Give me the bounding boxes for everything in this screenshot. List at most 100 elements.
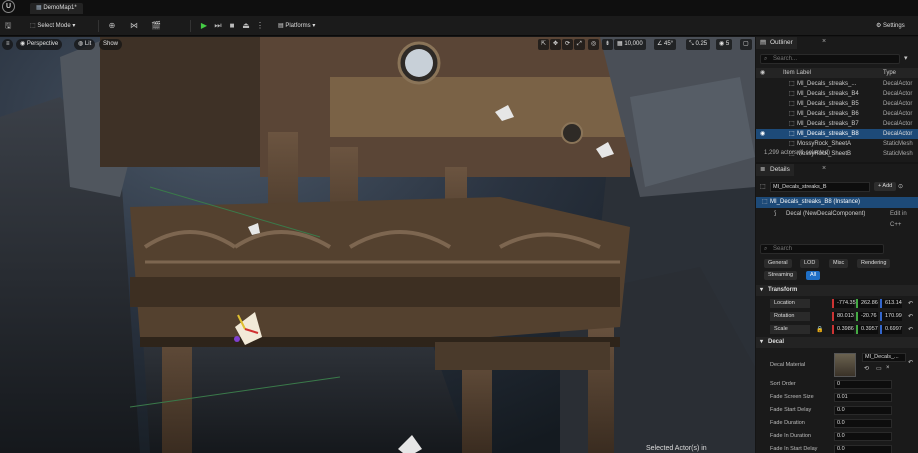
platforms-dropdown[interactable]: ▤ Platforms ▾ (278, 20, 315, 32)
column-type-header[interactable]: Type (883, 68, 896, 78)
level-viewport[interactable]: ≡ ◉ Perspective ◍ Lit Show ⇱ ✥ ⟳ ⤢ ◎ ⇟ ▦… (0, 37, 755, 453)
maximize-viewport-icon[interactable]: ▢ (740, 39, 752, 50)
view-mode-button[interactable]: ◍ Lit (74, 39, 96, 50)
location-label[interactable]: Location (770, 299, 810, 308)
outliner-row-label: MI_Decals_streaks_B8 (797, 131, 859, 137)
property-row: Sort Order 0 (756, 380, 918, 390)
close-icon[interactable]: × (822, 165, 826, 172)
rotation-x-field[interactable]: 80.013 (832, 312, 854, 321)
reset-icon[interactable]: ↶ (908, 359, 913, 366)
eject-icon[interactable]: ⏏ (240, 20, 252, 32)
level-tab[interactable]: ▦ DemoMap1* (30, 3, 83, 14)
outliner-search-placeholder: Search... (773, 56, 798, 62)
folder-icon[interactable]: ▭ (876, 365, 882, 372)
property-value-field[interactable]: 0.0 (834, 406, 892, 415)
filter-rendering[interactable]: Rendering (857, 259, 891, 268)
filter-general[interactable]: General (764, 259, 792, 268)
browse-icon[interactable]: ⟲ (864, 365, 869, 372)
outliner-row[interactable]: ⬚ MI_Decals_streaks_... DecalActor (756, 79, 918, 89)
filter-chips: General LOD Misc Rendering Streaming All (756, 259, 918, 283)
perspective-button[interactable]: ◉ Perspective (16, 39, 63, 50)
transform-section-header[interactable]: ▾ Transform (756, 285, 918, 296)
property-value-field[interactable]: 0.0 (834, 419, 892, 428)
clear-icon[interactable]: × (886, 365, 890, 371)
close-icon[interactable]: × (822, 38, 826, 45)
scale-z-field[interactable]: 0.6997 (880, 325, 902, 334)
grid-snap-button[interactable]: ▦ 10,000 (614, 39, 646, 50)
settings-button[interactable]: ⚙ Settings (876, 20, 905, 32)
instance-row[interactable]: ⬚ MI_Decals_streaks_B8 (Instance) (756, 197, 918, 208)
filter-all[interactable]: All (806, 271, 821, 280)
component-row[interactable]: ⟆ Decal (NewDecalComponent) Edit in C++ (756, 209, 918, 228)
show-button[interactable]: Show (99, 39, 123, 50)
property-row: Fade In Start Delay 0.0 (756, 445, 918, 453)
material-thumbnail[interactable] (834, 353, 856, 377)
cinematics-icon[interactable]: 🎬 (150, 20, 162, 32)
edit-in-cpp-link[interactable]: Edit in C++ (890, 209, 918, 231)
column-label-header[interactable]: Item Label (783, 68, 811, 78)
surface-snap-icon[interactable]: ⇟ (602, 39, 614, 50)
camera-speed-button[interactable]: ◉ 5 (716, 39, 733, 50)
add-component-button[interactable]: + Add (874, 182, 897, 191)
outliner-panel: ▤ Outliner × ⌕ Search... ▾ ◉ Item Label Ty… (756, 37, 918, 162)
scale-label[interactable]: Scale (770, 325, 810, 334)
select-mode-dropdown[interactable]: ⬚ Select Mode ▾ (30, 20, 75, 32)
location-x-field[interactable]: -774.35 (832, 299, 856, 308)
blueprint-icon[interactable]: ⋈ (128, 20, 140, 32)
property-value-field[interactable]: 0.0 (834, 445, 892, 453)
filter-misc[interactable]: Misc (829, 259, 849, 268)
scale-snap-button[interactable]: ⤡ 0.25 (686, 39, 711, 50)
outliner-row[interactable]: ⬚ MI_Decals_streaks_B5 DecalActor (756, 99, 918, 109)
actor-name-field[interactable]: MI_Decals_streaks_B (770, 182, 870, 192)
save-icon[interactable]: 🖫 (2, 20, 14, 32)
outliner-row[interactable]: ⬚ MI_Decals_streaks_B7 DecalActor (756, 119, 918, 129)
filter-icon[interactable]: ▾ (904, 54, 908, 62)
outliner-row[interactable]: ◉ ⬚ MI_Decals_streaks_B8 DecalActor (756, 129, 918, 139)
rotation-label[interactable]: Rotation (770, 312, 810, 321)
rotation-z-field[interactable]: 170.99 (880, 312, 902, 321)
rotation-snap-button[interactable]: ∠ 45° (654, 39, 677, 50)
location-y-field[interactable]: 262.86 (856, 299, 878, 308)
outliner-row[interactable]: ⬚ MI_Decals_streaks_B4 DecalActor (756, 89, 918, 99)
property-value-field[interactable]: 0 (834, 380, 892, 389)
stop-icon[interactable]: ■ (226, 20, 238, 32)
main-toolbar: 🖫 ⬚ Select Mode ▾ ⊕ ⋈ 🎬 ▶ ⏭ ■ ⏏ ⋮ ▤ Plat… (0, 16, 918, 36)
viewport-status-text: Selected Actor(s) in (646, 445, 707, 452)
filter-lod[interactable]: LOD (800, 259, 820, 268)
rotate-tool-icon[interactable]: ⟳ (562, 39, 574, 50)
reset-icon[interactable]: ↶ (908, 299, 913, 309)
decal-section-header[interactable]: ▾ Decal (756, 337, 918, 348)
more-options-icon[interactable]: ⋮ (254, 20, 266, 32)
world-local-icon[interactable]: ◎ (588, 39, 600, 50)
details-search-input[interactable]: ⌕ Search (760, 244, 884, 254)
location-z-field[interactable]: 613.14 (880, 299, 902, 308)
visibility-icon[interactable]: ◉ (760, 129, 765, 139)
actor-icon: ⬚ (789, 131, 795, 137)
scale-x-field[interactable]: 0.3986 (832, 325, 854, 334)
filter-streaming[interactable]: Streaming (764, 271, 798, 280)
outliner-row[interactable]: ⬚ MossyRock_SheetA StaticMesh (756, 139, 918, 149)
add-content-icon[interactable]: ⊕ (106, 20, 118, 32)
play-icon[interactable]: ▶ (198, 20, 210, 32)
visibility-icon[interactable]: ◉ (760, 68, 765, 78)
lock-icon[interactable]: 🔒 (816, 325, 823, 335)
tab-details[interactable]: ≣ Details (756, 164, 794, 176)
tab-outliner[interactable]: ▤ Outliner (756, 37, 797, 49)
property-value-field[interactable]: 0.01 (834, 393, 892, 402)
reset-icon[interactable]: ↶ (908, 325, 913, 335)
property-value-field[interactable]: 0.0 (834, 432, 892, 441)
translate-tool-icon[interactable]: ✥ (550, 39, 562, 50)
unreal-logo-icon[interactable]: U (2, 0, 15, 13)
actor-icon: ⬚ (789, 141, 795, 147)
rotation-y-field[interactable]: -20.76 (856, 312, 878, 321)
select-tool-icon[interactable]: ⇱ (538, 39, 550, 50)
scale-tool-icon[interactable]: ⤢ (574, 39, 585, 50)
viewport-menu-icon[interactable]: ≡ (2, 39, 13, 50)
outliner-search-input[interactable]: ⌕ Search... (760, 54, 900, 64)
play-next-icon[interactable]: ⏭ (212, 20, 224, 32)
blueprint-icon[interactable]: ⊙ (898, 181, 903, 193)
decal-material-dropdown[interactable]: MI_Decals_... (862, 353, 906, 362)
reset-icon[interactable]: ↶ (908, 312, 913, 322)
outliner-row[interactable]: ⬚ MI_Decals_streaks_B6 DecalActor (756, 109, 918, 119)
scale-y-field[interactable]: 0.3957 (856, 325, 878, 334)
